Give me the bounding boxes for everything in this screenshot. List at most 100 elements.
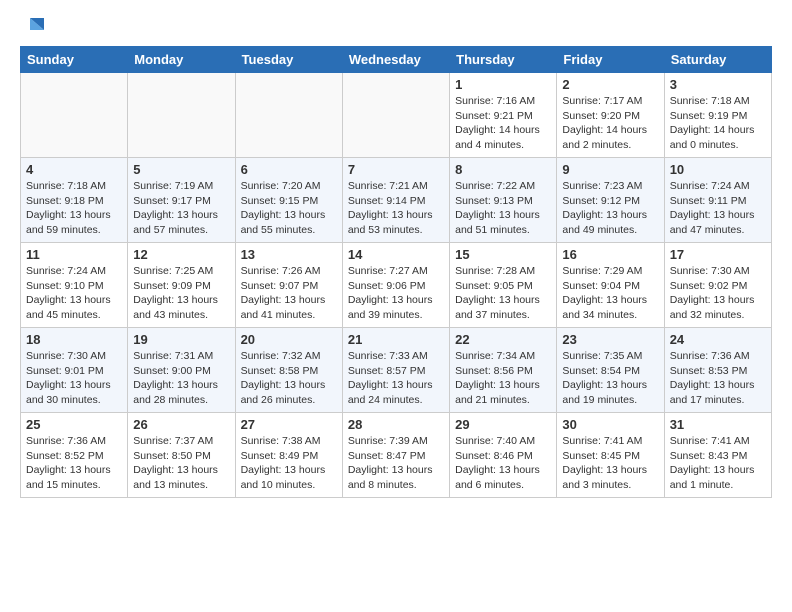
calendar-cell: 21 Sunrise: 7:33 AM Sunset: 8:57 PM Dayli… (342, 328, 449, 413)
day-number: 13 (241, 247, 337, 262)
day-info: Sunrise: 7:28 AM Sunset: 9:05 PM Dayligh… (455, 264, 551, 323)
day-info: Sunrise: 7:24 AM Sunset: 9:10 PM Dayligh… (26, 264, 122, 323)
calendar-cell: 20 Sunrise: 7:32 AM Sunset: 8:58 PM Dayli… (235, 328, 342, 413)
calendar-header-monday: Monday (128, 47, 235, 73)
day-number: 4 (26, 162, 122, 177)
calendar-cell: 14Sunrise: 7:27 AM Sunset: 9:06 PM Dayli… (342, 243, 449, 328)
day-info: Sunrise: 7:27 AM Sunset: 9:06 PM Dayligh… (348, 264, 444, 323)
day-number: 3 (670, 77, 766, 92)
calendar-header-wednesday: Wednesday (342, 47, 449, 73)
calendar-cell: 6 Sunrise: 7:20 AM Sunset: 9:15 PM Daylig… (235, 158, 342, 243)
day-info: Sunrise: 7:24 AM Sunset: 9:11 PM Dayligh… (670, 179, 766, 238)
day-info: Sunrise: 7:35 AM Sunset: 8:54 PM Dayligh… (562, 349, 658, 408)
day-info: Sunrise: 7:41 AM Sunset: 8:43 PM Dayligh… (670, 434, 766, 493)
day-number: 2 (562, 77, 658, 92)
day-info: Sunrise: 7:21 AM Sunset: 9:14 PM Dayligh… (348, 179, 444, 238)
day-info: Sunrise: 7:39 AM Sunset: 8:47 PM Dayligh… (348, 434, 444, 493)
day-number: 31 (670, 417, 766, 432)
calendar-cell: 10 Sunrise: 7:24 AM Sunset: 9:11 PM Dayli… (664, 158, 771, 243)
day-info: Sunrise: 7:34 AM Sunset: 8:56 PM Dayligh… (455, 349, 551, 408)
calendar-cell (128, 73, 235, 158)
day-number: 26 (133, 417, 229, 432)
day-number: 6 (241, 162, 337, 177)
header (20, 16, 772, 38)
day-info: Sunrise: 7:37 AM Sunset: 8:50 PM Dayligh… (133, 434, 229, 493)
day-number: 19 (133, 332, 229, 347)
day-number: 24 (670, 332, 766, 347)
day-info: Sunrise: 7:18 AM Sunset: 9:18 PM Dayligh… (26, 179, 122, 238)
day-info: Sunrise: 7:19 AM Sunset: 9:17 PM Dayligh… (133, 179, 229, 238)
logo-text (20, 16, 44, 38)
day-info: Sunrise: 7:18 AM Sunset: 9:19 PM Dayligh… (670, 94, 766, 153)
calendar-cell: 29 Sunrise: 7:40 AM Sunset: 8:46 PM Dayli… (450, 413, 557, 498)
calendar: SundayMondayTuesdayWednesdayThursdayFrid… (20, 46, 772, 498)
day-info: Sunrise: 7:22 AM Sunset: 9:13 PM Dayligh… (455, 179, 551, 238)
day-number: 23 (562, 332, 658, 347)
day-info: Sunrise: 7:17 AM Sunset: 9:20 PM Dayligh… (562, 94, 658, 153)
calendar-cell: 23 Sunrise: 7:35 AM Sunset: 8:54 PM Dayli… (557, 328, 664, 413)
day-info: Sunrise: 7:33 AM Sunset: 8:57 PM Dayligh… (348, 349, 444, 408)
calendar-cell: 9Sunrise: 7:23 AM Sunset: 9:12 PM Daylig… (557, 158, 664, 243)
day-info: Sunrise: 7:36 AM Sunset: 8:53 PM Dayligh… (670, 349, 766, 408)
day-info: Sunrise: 7:32 AM Sunset: 8:58 PM Dayligh… (241, 349, 337, 408)
day-number: 5 (133, 162, 229, 177)
day-number: 27 (241, 417, 337, 432)
calendar-header-thursday: Thursday (450, 47, 557, 73)
day-number: 12 (133, 247, 229, 262)
day-number: 7 (348, 162, 444, 177)
day-number: 29 (455, 417, 551, 432)
calendar-cell: 22 Sunrise: 7:34 AM Sunset: 8:56 PM Dayli… (450, 328, 557, 413)
day-number: 17 (670, 247, 766, 262)
calendar-header-sunday: Sunday (21, 47, 128, 73)
calendar-cell: 16 Sunrise: 7:29 AM Sunset: 9:04 PM Dayli… (557, 243, 664, 328)
calendar-cell: 25 Sunrise: 7:36 AM Sunset: 8:52 PM Dayli… (21, 413, 128, 498)
day-number: 9 (562, 162, 658, 177)
calendar-cell: 17Sunrise: 7:30 AM Sunset: 9:02 PM Dayli… (664, 243, 771, 328)
day-number: 10 (670, 162, 766, 177)
day-info: Sunrise: 7:38 AM Sunset: 8:49 PM Dayligh… (241, 434, 337, 493)
calendar-cell (21, 73, 128, 158)
week-row-3: 11 Sunrise: 7:24 AM Sunset: 9:10 PM Dayli… (21, 243, 772, 328)
day-number: 21 (348, 332, 444, 347)
calendar-cell: 5 Sunrise: 7:19 AM Sunset: 9:17 PM Daylig… (128, 158, 235, 243)
day-number: 30 (562, 417, 658, 432)
day-number: 25 (26, 417, 122, 432)
day-info: Sunrise: 7:20 AM Sunset: 9:15 PM Dayligh… (241, 179, 337, 238)
day-info: Sunrise: 7:26 AM Sunset: 9:07 PM Dayligh… (241, 264, 337, 323)
day-number: 1 (455, 77, 551, 92)
calendar-cell: 1 Sunrise: 7:16 AM Sunset: 9:21 PM Daylig… (450, 73, 557, 158)
calendar-cell (342, 73, 449, 158)
day-info: Sunrise: 7:31 AM Sunset: 9:00 PM Dayligh… (133, 349, 229, 408)
page-container: SundayMondayTuesdayWednesdayThursdayFrid… (0, 0, 792, 514)
day-number: 15 (455, 247, 551, 262)
calendar-cell: 19 Sunrise: 7:31 AM Sunset: 9:00 PM Dayli… (128, 328, 235, 413)
day-info: Sunrise: 7:36 AM Sunset: 8:52 PM Dayligh… (26, 434, 122, 493)
logo (20, 16, 44, 38)
logo-icon (22, 16, 44, 38)
week-row-1: 1 Sunrise: 7:16 AM Sunset: 9:21 PM Daylig… (21, 73, 772, 158)
calendar-cell: 7 Sunrise: 7:21 AM Sunset: 9:14 PM Daylig… (342, 158, 449, 243)
calendar-cell: 12Sunrise: 7:25 AM Sunset: 9:09 PM Dayli… (128, 243, 235, 328)
calendar-header-tuesday: Tuesday (235, 47, 342, 73)
day-info: Sunrise: 7:29 AM Sunset: 9:04 PM Dayligh… (562, 264, 658, 323)
day-info: Sunrise: 7:40 AM Sunset: 8:46 PM Dayligh… (455, 434, 551, 493)
calendar-cell: 26 Sunrise: 7:37 AM Sunset: 8:50 PM Dayli… (128, 413, 235, 498)
day-number: 8 (455, 162, 551, 177)
calendar-cell: 15 Sunrise: 7:28 AM Sunset: 9:05 PM Dayli… (450, 243, 557, 328)
day-info: Sunrise: 7:16 AM Sunset: 9:21 PM Dayligh… (455, 94, 551, 153)
calendar-cell: 31 Sunrise: 7:41 AM Sunset: 8:43 PM Dayli… (664, 413, 771, 498)
week-row-2: 4 Sunrise: 7:18 AM Sunset: 9:18 PM Daylig… (21, 158, 772, 243)
calendar-cell: 24 Sunrise: 7:36 AM Sunset: 8:53 PM Dayli… (664, 328, 771, 413)
calendar-cell: 13 Sunrise: 7:26 AM Sunset: 9:07 PM Dayli… (235, 243, 342, 328)
calendar-cell: 18Sunrise: 7:30 AM Sunset: 9:01 PM Dayli… (21, 328, 128, 413)
day-number: 22 (455, 332, 551, 347)
day-number: 20 (241, 332, 337, 347)
calendar-header-row: SundayMondayTuesdayWednesdayThursdayFrid… (21, 47, 772, 73)
week-row-5: 25 Sunrise: 7:36 AM Sunset: 8:52 PM Dayli… (21, 413, 772, 498)
day-number: 16 (562, 247, 658, 262)
day-number: 11 (26, 247, 122, 262)
calendar-cell: 11 Sunrise: 7:24 AM Sunset: 9:10 PM Dayli… (21, 243, 128, 328)
day-number: 28 (348, 417, 444, 432)
calendar-cell (235, 73, 342, 158)
calendar-cell: 4 Sunrise: 7:18 AM Sunset: 9:18 PM Daylig… (21, 158, 128, 243)
